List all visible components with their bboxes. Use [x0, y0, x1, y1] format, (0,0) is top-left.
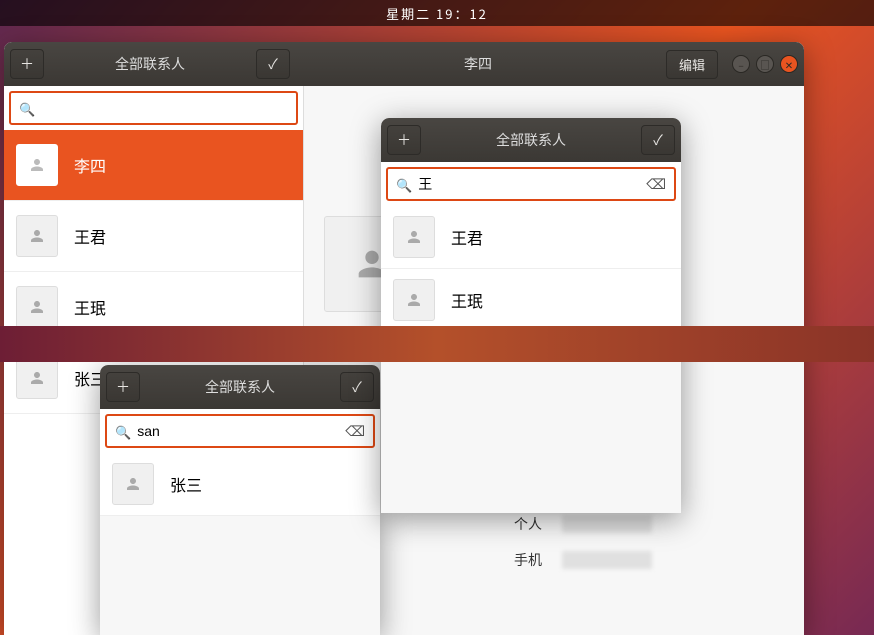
- contact-row[interactable]: 王君: [381, 206, 681, 269]
- contacts-window-wang: ＋ 全部联系人 ✓ 🔍 ⌫ 王君 王珉: [381, 118, 681, 513]
- contact-name: 王君: [74, 224, 106, 248]
- check-icon: ✓: [352, 377, 362, 397]
- titlebar: ＋ 全部联系人 ✓ 李四 编辑 – □ ✕: [4, 42, 804, 86]
- contact-row[interactable]: 王君: [4, 201, 303, 272]
- plus-icon: ＋: [20, 54, 34, 74]
- minimize-button[interactable]: –: [732, 55, 750, 73]
- clear-icon[interactable]: ⌫: [646, 174, 666, 194]
- search-field[interactable]: 🔍: [9, 91, 298, 125]
- clear-icon[interactable]: ⌫: [345, 421, 365, 441]
- contact-name: 张三: [170, 472, 202, 496]
- add-button[interactable]: ＋: [106, 372, 140, 402]
- field-label: 个人: [514, 514, 542, 534]
- add-button[interactable]: ＋: [10, 49, 44, 79]
- contact-name: 王珉: [74, 295, 106, 319]
- titlebar: ＋ 全部联系人 ✓: [100, 365, 380, 409]
- avatar-icon: [16, 215, 58, 257]
- sidebar-title: 全部联系人: [427, 130, 635, 150]
- check-icon: ✓: [653, 130, 663, 150]
- plus-icon: ＋: [116, 377, 130, 397]
- search-icon: 🔍: [396, 175, 412, 194]
- search-field[interactable]: 🔍 ⌫: [386, 167, 676, 201]
- avatar-icon: [112, 463, 154, 505]
- detail-title: 李四: [296, 54, 660, 74]
- search-field[interactable]: 🔍 ⌫: [105, 414, 375, 448]
- contact-row[interactable]: 张三: [100, 453, 380, 516]
- contact-row[interactable]: 王珉: [381, 269, 681, 332]
- edit-button[interactable]: 编辑: [666, 50, 718, 79]
- window-controls: – □ ✕: [732, 55, 798, 73]
- contact-name: 王君: [451, 225, 483, 249]
- field-value-redacted: [562, 515, 652, 533]
- search-input[interactable]: [41, 100, 288, 116]
- avatar-icon: [393, 216, 435, 258]
- contacts-sidebar: 🔍 ⌫ 王君 王珉: [381, 162, 681, 332]
- search-icon: 🔍: [115, 422, 131, 441]
- field-label: 手机: [514, 550, 542, 570]
- desktop-topbar: 星期二 19：12: [0, 0, 874, 26]
- field-value-redacted: [562, 551, 652, 569]
- titlebar: ＋ 全部联系人 ✓: [381, 118, 681, 162]
- contact-row[interactable]: 李四: [4, 130, 303, 201]
- select-mode-button[interactable]: ✓: [256, 49, 290, 79]
- add-button[interactable]: ＋: [387, 125, 421, 155]
- avatar-icon: [16, 144, 58, 186]
- sidebar-title: 全部联系人: [50, 54, 250, 74]
- avatar-icon: [393, 279, 435, 321]
- maximize-button[interactable]: □: [756, 55, 774, 73]
- avatar-icon: [16, 357, 58, 399]
- avatar-icon: [16, 286, 58, 328]
- select-mode-button[interactable]: ✓: [340, 372, 374, 402]
- sidebar-title: 全部联系人: [146, 377, 334, 397]
- contact-name: 李四: [74, 153, 106, 177]
- check-icon: ✓: [268, 54, 278, 74]
- search-input[interactable]: [418, 176, 640, 192]
- clock: 星期二 19：12: [386, 4, 488, 23]
- select-mode-button[interactable]: ✓: [641, 125, 675, 155]
- contact-name: 王珉: [451, 288, 483, 312]
- search-input[interactable]: [137, 423, 339, 439]
- close-button[interactable]: ✕: [780, 55, 798, 73]
- contacts-window-san: ＋ 全部联系人 ✓ 🔍 ⌫ 张三: [100, 365, 380, 635]
- plus-icon: ＋: [397, 130, 411, 150]
- contacts-sidebar: 🔍 ⌫ 张三: [100, 409, 380, 516]
- search-icon: 🔍: [19, 99, 35, 118]
